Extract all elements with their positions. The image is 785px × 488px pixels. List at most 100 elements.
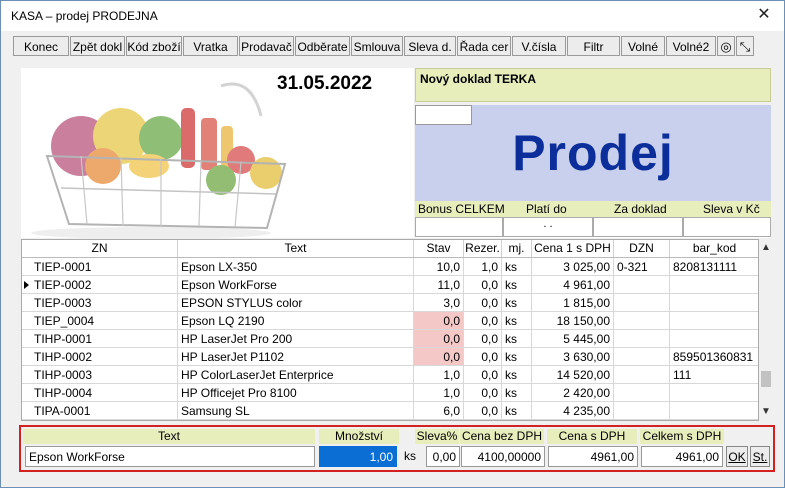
title-bar: KASA – prodej PRODEJNA ✕: [1, 1, 784, 31]
bonus-celkem-field[interactable]: [415, 217, 503, 237]
cell-dzn: 0-321: [614, 258, 670, 276]
column-header-zn[interactable]: ZN: [22, 240, 178, 257]
close-icon[interactable]: ✕: [754, 6, 774, 24]
scrollbar-thumb[interactable]: [761, 371, 771, 387]
cell-bar: [670, 402, 758, 420]
toolbar-button-volne2[interactable]: Volné2: [666, 36, 716, 56]
table-row[interactable]: TIEP-0002 Epson WorkForse 11,0 0,0 ks 4 961,0…: [22, 276, 758, 294]
cell-dzn: [614, 384, 670, 402]
document-info-panel: Nový doklad TERKA: [415, 68, 771, 102]
column-header-cena[interactable]: Cena 1 s DPH: [532, 240, 614, 257]
chevron-down-icon[interactable]: ▼: [759, 405, 773, 419]
cell-zn: TIPA-0001: [22, 402, 178, 420]
document-label: Nový doklad TERKA: [420, 72, 537, 86]
cell-mj: ks: [502, 366, 532, 384]
za-doklad-field[interactable]: [593, 217, 683, 237]
cell-dzn: [614, 330, 670, 348]
toolbar-button-vyrobni-cisla[interactable]: V.čísla: [512, 36, 566, 56]
cell-bar: [670, 330, 758, 348]
product-grid: ZN Text Stav Rezer. mj. Cena 1 s DPH DZN bar_ko…: [21, 239, 759, 421]
toolbar-button-filtr[interactable]: Filtr: [567, 36, 620, 56]
cell-mj: ks: [502, 402, 532, 420]
toolbar-button-smlouva[interactable]: Smlouva: [351, 36, 403, 56]
ok-button[interactable]: OK: [726, 446, 748, 467]
cell-stav: 1,0: [414, 366, 464, 384]
document-date: 31.05.2022: [277, 73, 373, 94]
cell-rez: 0,0: [464, 402, 502, 420]
column-header-stav[interactable]: Stav: [414, 240, 464, 257]
entry-sleva-field[interactable]: 0,00: [426, 446, 460, 467]
cell-cena: 4 235,00: [532, 402, 614, 420]
cell-mj: ks: [502, 312, 532, 330]
chevron-up-icon[interactable]: ▲: [759, 241, 773, 255]
column-header-bar[interactable]: bar_kod: [670, 240, 758, 257]
toolbar-button-vratka[interactable]: Vratka: [183, 36, 238, 56]
cell-rez: 0,0: [464, 366, 502, 384]
cell-cena: 3 025,00: [532, 258, 614, 276]
table-row[interactable]: TIHP-0004 HP Officejet Pro 8100 1,0 0,0 ks 2 …: [22, 384, 758, 402]
entry-text-header: Text: [23, 429, 315, 444]
cell-stav: 3,0: [414, 294, 464, 312]
table-row[interactable]: TIHP-0003 HP ColorLaserJet Enterprice 1,0 0…: [22, 366, 758, 384]
table-row[interactable]: TIEP-0001 Epson LX-350 10,0 1,0 ks 3 025,00 0-…: [22, 258, 758, 276]
toolbar-button-konec[interactable]: Konec: [13, 36, 69, 56]
cell-rez: 0,0: [464, 312, 502, 330]
column-header-dzn[interactable]: DZN: [614, 240, 670, 257]
target-icon[interactable]: ◎: [717, 36, 735, 56]
column-header-mj[interactable]: mj.: [502, 240, 532, 257]
entry-cena-s-header: Cena s DPH: [547, 429, 637, 444]
sleva-kc-field[interactable]: [683, 217, 771, 237]
toolbar-button-kod-zbozi[interactable]: Kód zboží: [126, 36, 182, 56]
cell-zn: TIHP-0004: [22, 384, 178, 402]
sleva-kc-label: Sleva v Kč: [703, 202, 760, 216]
cell-rez: 1,0: [464, 258, 502, 276]
cell-text: HP LaserJet P1102: [178, 348, 414, 366]
cell-zn: TIHP-0002: [22, 348, 178, 366]
entry-cena-s-field[interactable]: 4961,00: [548, 446, 638, 467]
column-header-rez[interactable]: Rezer.: [464, 240, 502, 257]
cell-stav: 1,0: [414, 384, 464, 402]
table-row[interactable]: TIEP_0004 Epson LQ 2190 0,0 0,0 ks 18 150,00: [22, 312, 758, 330]
cell-text: Samsung SL: [178, 402, 414, 420]
plati-do-field[interactable]: . .: [503, 217, 593, 237]
cell-text: Epson LQ 2190: [178, 312, 414, 330]
toolbar-button-volne[interactable]: Volné: [621, 36, 665, 56]
cell-stav: 0,0: [414, 312, 464, 330]
kasa-window: KASA – prodej PRODEJNA ✕ Konec Zpět dokl K…: [0, 0, 785, 488]
document-code-field[interactable]: [415, 105, 472, 125]
cell-zn: TIEP-0002: [22, 276, 178, 294]
cell-rez: 0,0: [464, 276, 502, 294]
column-header-text[interactable]: Text: [178, 240, 414, 257]
toolbar-button-sleva-dokladu[interactable]: Sleva d.: [404, 36, 456, 56]
entry-celkem-field[interactable]: 4961,00: [641, 446, 723, 467]
cell-dzn: [614, 312, 670, 330]
entry-sleva-header: Sleva%: [415, 429, 459, 444]
toolbar-button-zpet-doklad[interactable]: Zpět dokl: [70, 36, 125, 56]
table-row[interactable]: TIHP-0001 HP LaserJet Pro 200 0,0 0,0 ks 5 44…: [22, 330, 758, 348]
table-row[interactable]: TIEP-0003 EPSON STYLUS color 3,0 0,0 ks 1 815…: [22, 294, 758, 312]
toolbar-button-rada-cen[interactable]: Řada cer: [457, 36, 511, 56]
entry-mnozstvi-field[interactable]: 1,00: [319, 446, 397, 467]
cell-text: HP ColorLaserJet Enterprice: [178, 366, 414, 384]
cell-cena: 5 445,00: [532, 330, 614, 348]
storno-button[interactable]: St.: [750, 446, 770, 467]
cell-cena: 14 520,00: [532, 366, 614, 384]
table-row[interactable]: TIPA-0001 Samsung SL 6,0 0,0 ks 4 235,00: [22, 402, 758, 420]
cell-rez: 0,0: [464, 348, 502, 366]
entry-text-field[interactable]: Epson WorkForse: [25, 446, 315, 467]
toolbar-button-odberatel[interactable]: Odběrate: [295, 36, 350, 56]
cell-zn: TIEP_0004: [22, 312, 178, 330]
resize-icon[interactable]: ⤡: [736, 36, 754, 56]
entry-cena-bez-field[interactable]: 4100,00000: [461, 446, 545, 467]
cell-text: HP Officejet Pro 8100: [178, 384, 414, 402]
entry-mnozstvi-header: Množství: [319, 429, 399, 444]
grid-scrollbar[interactable]: ▲ ▼: [759, 239, 773, 421]
bonus-values: . .: [415, 217, 771, 238]
table-row[interactable]: TIHP-0002 HP LaserJet P1102 0,0 0,0 ks 3 630,…: [22, 348, 758, 366]
item-entry-panel: Text Množství Sleva% Cena bez DPH Cena s…: [19, 425, 775, 472]
toolbar-button-prodavac[interactable]: Prodavač: [239, 36, 294, 56]
cell-mj: ks: [502, 330, 532, 348]
cell-bar: [670, 276, 758, 294]
cell-bar: 859501360831: [670, 348, 758, 366]
cell-bar: 8208131111: [670, 258, 758, 276]
